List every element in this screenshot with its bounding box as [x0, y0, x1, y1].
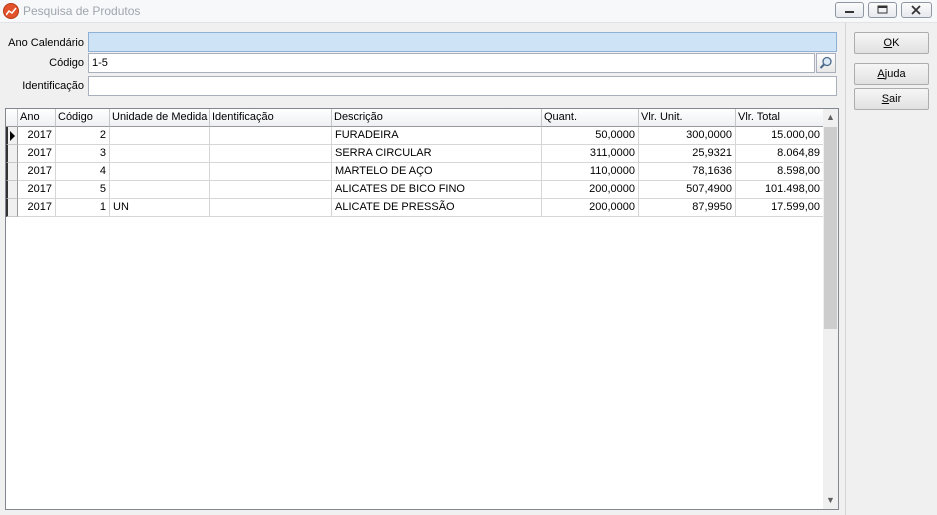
- cell-vlr-total[interactable]: 8.064,89: [736, 145, 824, 163]
- table-row[interactable]: 2017 4 MARTELO DE AÇO 110,0000 78,1636 8…: [6, 163, 824, 181]
- table-row[interactable]: 2017 2 FURADEIRA 50,0000 300,0000 15.000…: [6, 127, 824, 145]
- cell-identificacao[interactable]: [210, 127, 332, 145]
- minimize-button[interactable]: [835, 2, 864, 18]
- cell-vlr-total[interactable]: 8.598,00: [736, 163, 824, 181]
- codigo-search-button[interactable]: [816, 53, 836, 73]
- current-row-arrow-icon: [10, 131, 15, 141]
- cell-quant[interactable]: 50,0000: [542, 127, 639, 145]
- cell-descricao[interactable]: FURADEIRA: [332, 127, 542, 145]
- table-row[interactable]: 2017 5 ALICATES DE BICO FINO 200,0000 50…: [6, 181, 824, 199]
- header-indicator: [6, 109, 18, 127]
- app-chart-icon: [3, 3, 19, 19]
- table-row[interactable]: 2017 3 SERRA CIRCULAR 311,0000 25,9321 8…: [6, 145, 824, 163]
- header-codigo[interactable]: Código: [56, 109, 110, 127]
- header-ano[interactable]: Ano: [18, 109, 56, 127]
- cell-unidade[interactable]: [110, 163, 210, 181]
- close-button[interactable]: [901, 2, 932, 18]
- sair-mnemonic: S: [881, 93, 890, 105]
- restore-button[interactable]: [868, 2, 897, 18]
- cell-identificacao[interactable]: [210, 181, 332, 199]
- close-icon: [911, 5, 921, 15]
- grid-header: Ano Código Unidade de Medida Identificaç…: [6, 109, 824, 127]
- table-row[interactable]: 2017 1 UN ALICATE DE PRESSÃO 200,0000 87…: [6, 199, 824, 217]
- header-vlr-total[interactable]: Vlr. Total: [736, 109, 824, 127]
- window-title: Pesquisa de Produtos: [23, 4, 141, 18]
- ok-mnemonic: O: [883, 37, 893, 49]
- cell-vlr-unit[interactable]: 25,9321: [639, 145, 736, 163]
- cell-identificacao[interactable]: [210, 145, 332, 163]
- minimize-icon: [845, 11, 854, 13]
- cell-quant[interactable]: 311,0000: [542, 145, 639, 163]
- cell-identificacao[interactable]: [210, 163, 332, 181]
- cell-identificacao[interactable]: [210, 199, 332, 217]
- cell-unidade[interactable]: [110, 181, 210, 199]
- header-vlr-unit[interactable]: Vlr. Unit.: [639, 109, 736, 127]
- cell-codigo[interactable]: 5: [56, 181, 110, 199]
- cell-quant[interactable]: 200,0000: [542, 199, 639, 217]
- cell-vlr-unit[interactable]: 78,1636: [639, 163, 736, 181]
- row-indicator: [6, 145, 18, 163]
- ajuda-mnemonic: A: [877, 68, 885, 80]
- ok-button[interactable]: OK: [854, 32, 929, 54]
- action-sidebar: OK Ajuda Sair: [845, 23, 937, 515]
- cell-vlr-unit[interactable]: 507,4900: [639, 181, 736, 199]
- scrollbar-thumb[interactable]: [824, 127, 837, 329]
- header-unidade[interactable]: Unidade de Medida: [110, 109, 210, 127]
- cell-descricao[interactable]: SERRA CIRCULAR: [332, 145, 542, 163]
- cell-ano[interactable]: 2017: [18, 163, 56, 181]
- ano-calendario-input[interactable]: [88, 32, 837, 52]
- header-quant[interactable]: Quant.: [542, 109, 639, 127]
- cell-quant[interactable]: 110,0000: [542, 163, 639, 181]
- row-indicator: [6, 163, 18, 181]
- cell-quant[interactable]: 200,0000: [542, 181, 639, 199]
- cell-ano[interactable]: 2017: [18, 181, 56, 199]
- cell-vlr-total[interactable]: 17.599,00: [736, 199, 824, 217]
- magnifier-icon: [819, 56, 832, 69]
- cell-codigo[interactable]: 2: [56, 127, 110, 145]
- row-indicator: [6, 199, 18, 217]
- sair-label-rest: air: [889, 93, 902, 105]
- sair-button[interactable]: Sair: [854, 88, 929, 110]
- header-descricao[interactable]: Descrição: [332, 109, 542, 127]
- cell-vlr-total[interactable]: 15.000,00: [736, 127, 824, 145]
- cell-codigo[interactable]: 3: [56, 145, 110, 163]
- grid-vertical-scrollbar[interactable]: ▲ ▼: [823, 109, 838, 509]
- cell-ano[interactable]: 2017: [18, 199, 56, 217]
- row-indicator: [6, 181, 18, 199]
- title-bar: Pesquisa de Produtos: [0, 0, 937, 23]
- cell-descricao[interactable]: MARTELO DE AÇO: [332, 163, 542, 181]
- products-grid[interactable]: Ano Código Unidade de Medida Identificaç…: [5, 108, 839, 510]
- cell-descricao[interactable]: ALICATES DE BICO FINO: [332, 181, 542, 199]
- cell-vlr-total[interactable]: 101.498,00: [736, 181, 824, 199]
- cell-unidade[interactable]: [110, 127, 210, 145]
- cell-codigo[interactable]: 1: [56, 199, 110, 217]
- identificacao-label: Identificação: [22, 80, 84, 92]
- cell-unidade[interactable]: UN: [110, 199, 210, 217]
- header-identificacao[interactable]: Identificação: [210, 109, 332, 127]
- codigo-input[interactable]: [88, 53, 815, 73]
- cell-ano[interactable]: 2017: [18, 127, 56, 145]
- row-indicator: [6, 127, 18, 145]
- codigo-label: Código: [49, 57, 84, 69]
- ano-calendario-label: Ano Calendário: [8, 37, 84, 49]
- identificacao-input[interactable]: [88, 76, 837, 96]
- cell-vlr-unit[interactable]: 87,9950: [639, 199, 736, 217]
- ok-label-rest: K: [892, 37, 900, 49]
- restore-icon: [877, 5, 888, 14]
- cell-unidade[interactable]: [110, 145, 210, 163]
- cell-vlr-unit[interactable]: 300,0000: [639, 127, 736, 145]
- cell-ano[interactable]: 2017: [18, 145, 56, 163]
- cell-codigo[interactable]: 4: [56, 163, 110, 181]
- ajuda-label-rest: juda: [884, 68, 906, 80]
- cell-descricao[interactable]: ALICATE DE PRESSÃO: [332, 199, 542, 217]
- ajuda-button[interactable]: Ajuda: [854, 63, 929, 85]
- scroll-down-arrow-icon[interactable]: ▼: [823, 492, 838, 509]
- scroll-up-arrow-icon[interactable]: ▲: [823, 109, 838, 126]
